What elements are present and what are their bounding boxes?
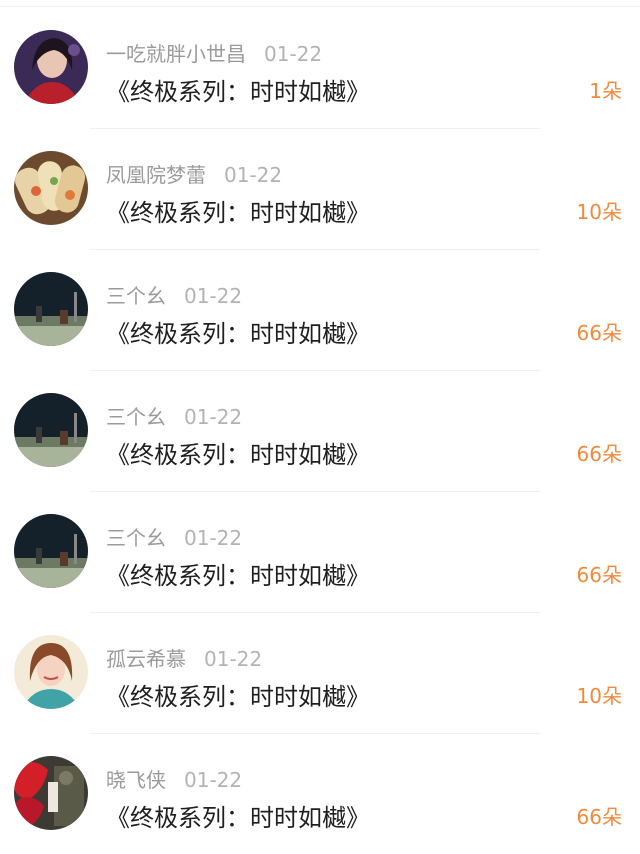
list-item[interactable]: 三个幺 01-22 《终极系列：时时如樾》 66朵 [0,491,640,612]
meta-line: 晓飞侠 01-22 [106,764,242,793]
gift-count: 10朵 [576,684,622,708]
meta-line: 一吃就胖小世昌 01-22 [106,38,322,67]
gift-record-list: 一吃就胖小世昌 01-22 《终极系列：时时如樾》 1朵 凤凰院梦蕾 01-22 《… [0,0,640,853]
date: 01-22 [184,768,243,792]
avatar[interactable] [14,393,88,467]
work-title[interactable]: 《终极系列：时时如樾》 [106,193,370,228]
work-title[interactable]: 《终极系列：时时如樾》 [106,314,370,349]
username[interactable]: 凤凰院梦蕾 [106,163,206,187]
username[interactable]: 孤云希慕 [106,647,186,671]
gift-count: 10朵 [576,200,622,224]
list-item[interactable]: 凤凰院梦蕾 01-22 《终极系列：时时如樾》 10朵 [0,128,640,249]
gift-count: 66朵 [576,321,622,345]
username[interactable]: 一吃就胖小世昌 [106,42,246,66]
meta-line: 凤凰院梦蕾 01-22 [106,159,282,188]
avatar[interactable] [14,514,88,588]
avatar[interactable] [14,30,88,104]
avatar[interactable] [14,151,88,225]
username[interactable]: 晓飞侠 [106,768,166,792]
username[interactable]: 三个幺 [106,284,166,308]
meta-line: 三个幺 01-22 [106,401,242,430]
gift-count: 1朵 [589,79,622,103]
list-item[interactable]: 孤云希慕 01-22 《终极系列：时时如樾》 10朵 [0,612,640,733]
avatar[interactable] [14,272,88,346]
list-item[interactable]: 一吃就胖小世昌 01-22 《终极系列：时时如樾》 1朵 [0,7,640,128]
date: 01-22 [184,405,243,429]
date: 01-22 [184,284,243,308]
username[interactable]: 三个幺 [106,405,166,429]
work-title[interactable]: 《终极系列：时时如樾》 [106,72,370,107]
date: 01-22 [224,163,283,187]
gift-count: 66朵 [576,442,622,466]
avatar[interactable] [14,635,88,709]
list-item[interactable]: 三个幺 01-22 《终极系列：时时如樾》 66朵 [0,249,640,370]
meta-line: 孤云希慕 01-22 [106,643,262,672]
work-title[interactable]: 《终极系列：时时如樾》 [106,677,370,712]
list-item[interactable]: 三个幺 01-22 《终极系列：时时如樾》 66朵 [0,370,640,491]
work-title[interactable]: 《终极系列：时时如樾》 [106,435,370,470]
work-title[interactable]: 《终极系列：时时如樾》 [106,556,370,591]
username[interactable]: 三个幺 [106,526,166,550]
date: 01-22 [204,647,263,671]
work-title[interactable]: 《终极系列：时时如樾》 [106,798,370,833]
gift-count: 66朵 [576,805,622,829]
meta-line: 三个幺 01-22 [106,280,242,309]
meta-line: 三个幺 01-22 [106,522,242,551]
list-item[interactable]: 晓飞侠 01-22 《终极系列：时时如樾》 66朵 [0,733,640,854]
avatar[interactable] [14,756,88,830]
gift-count: 66朵 [576,563,622,587]
date: 01-22 [184,526,243,550]
date: 01-22 [264,42,323,66]
